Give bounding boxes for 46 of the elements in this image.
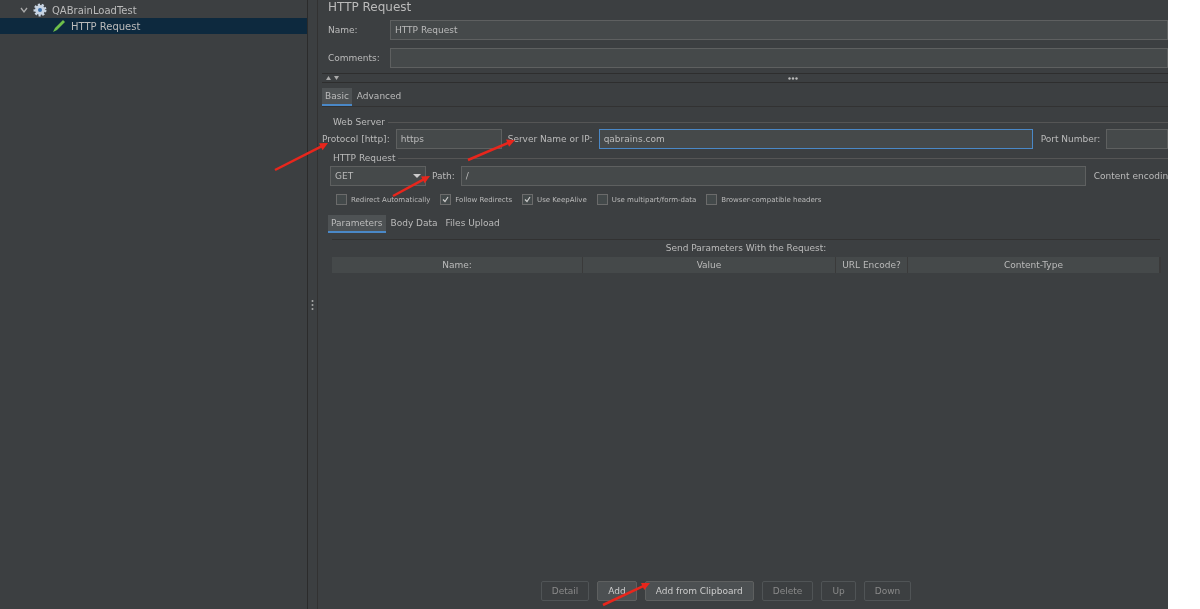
comments-label: Comments:	[328, 53, 381, 63]
tab[interactable]: Body Data	[387, 215, 441, 233]
checkbox[interactable]	[522, 194, 534, 205]
table-action-button[interactable]: Add	[597, 581, 637, 601]
port-field[interactable]	[1106, 129, 1168, 149]
checkbox[interactable]	[706, 194, 718, 205]
checkbox[interactable]	[336, 194, 347, 205]
tab[interactable]: Advanced	[353, 88, 405, 106]
section-title: Web Server	[332, 117, 386, 127]
pencil-icon	[52, 19, 66, 33]
name-label: Name:	[328, 25, 359, 35]
tree-label: QABrainLoadTest	[52, 4, 137, 16]
encoding-label: Content encodin	[1093, 171, 1169, 181]
protocol-field[interactable]: https	[395, 129, 502, 149]
tab[interactable]: Parameters	[328, 215, 386, 233]
method-dropdown[interactable]: GET	[330, 166, 426, 186]
splitter-handle-icon[interactable]	[311, 298, 314, 311]
gear-icon	[33, 3, 47, 17]
tab[interactable]: Basic	[322, 88, 352, 106]
checkbox[interactable]	[596, 194, 608, 205]
collapse-arrows-icon[interactable]	[326, 75, 340, 81]
chevron-icon[interactable]	[20, 6, 28, 14]
tree-item[interactable]: HTTP Request	[0, 18, 307, 34]
annotation-arrow	[392, 176, 430, 198]
column-header[interactable]: Value	[583, 257, 836, 273]
tab[interactable]: Files Upload	[442, 215, 503, 233]
path-label: Path:	[432, 171, 455, 181]
server-field[interactable]: qabrains.com	[598, 129, 1033, 149]
dropdown-arrow-icon	[413, 174, 421, 178]
column-header[interactable]: URL Encode?	[836, 257, 908, 273]
column-header[interactable]: Content-Type	[908, 257, 1160, 273]
name-field[interactable]: HTTP Request	[390, 20, 1168, 40]
annotation-arrow	[274, 143, 328, 172]
path-field[interactable]: /	[460, 166, 1086, 186]
annotation-arrow	[602, 582, 650, 607]
section-title: HTTP Request	[332, 153, 397, 163]
column-header[interactable]: Name:	[332, 257, 583, 273]
protocol-label: Protocol [http]:	[322, 134, 390, 144]
checkbox[interactable]	[440, 194, 452, 205]
port-label: Port Number:	[1040, 134, 1101, 144]
tree-item[interactable]: QABrainLoadTest	[0, 2, 307, 18]
more-icon[interactable]	[788, 76, 798, 80]
comments-field[interactable]	[390, 48, 1168, 68]
tree-label: HTTP Request	[71, 20, 141, 32]
table-action-button[interactable]: Add from Clipboard	[644, 581, 754, 601]
panel-title: HTTP Request	[327, 0, 413, 14]
